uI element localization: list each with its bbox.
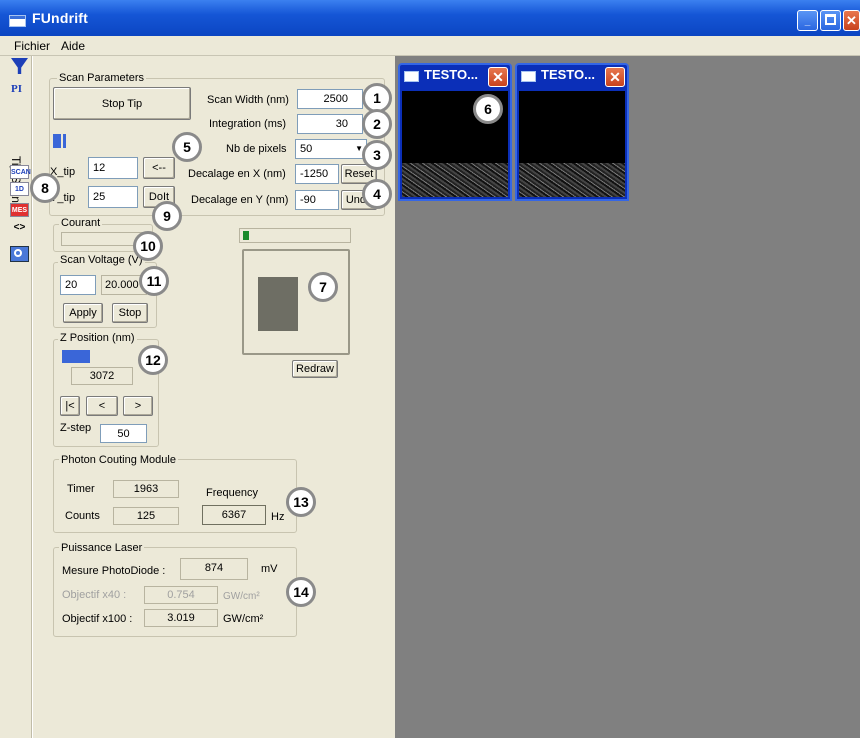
annotation-badge-9: 9 <box>152 201 182 231</box>
z-step-label: Z-step <box>60 422 92 434</box>
maximize-button[interactable] <box>820 10 841 31</box>
objectif-x100-label: Objectif x100 : <box>62 613 133 625</box>
photodiode-value: 874 <box>180 558 248 580</box>
integration-label: Integration (ms) <box>209 118 287 130</box>
z-step-input[interactable]: 50 <box>100 424 147 443</box>
annotation-badge-8: 8 <box>30 173 60 203</box>
annotation-badge-3: 3 <box>362 140 392 170</box>
counts-value: 125 <box>113 507 179 525</box>
annotation-badge-6: 6 <box>473 94 503 124</box>
scan-tool-button[interactable]: SCAN <box>10 165 31 179</box>
title-bar: FUndrift _ ✕ <box>0 0 860 36</box>
z-next-button[interactable]: > <box>123 396 153 416</box>
decalage-x-input[interactable]: -1250 <box>295 164 339 184</box>
stop-voltage-button[interactable]: Stop <box>112 303 148 323</box>
objectif-x40-unit: GW/cm² <box>223 591 260 602</box>
annotation-badge-14: 14 <box>286 577 316 607</box>
z-position-fill <box>62 350 90 363</box>
photodiode-unit: mV <box>261 563 278 575</box>
back-arrow-button[interactable]: <-- <box>143 157 175 179</box>
scan-parameters-label: Scan Parameters <box>57 72 146 84</box>
menu-aide[interactable]: Aide <box>61 39 85 53</box>
control-panel: Scan Parameters Stop Tip Scan Width (nm)… <box>33 56 395 738</box>
z-position-label: Z Position (nm) <box>58 332 137 344</box>
scan-width-label: Scan Width (nm) <box>207 94 289 106</box>
decalage-y-input[interactable]: -90 <box>295 190 339 210</box>
menu-fichier[interactable]: Fichier <box>14 39 50 53</box>
window-title: FUndrift <box>32 10 89 26</box>
scan-progress-fill <box>53 134 67 148</box>
z-prev-button[interactable]: < <box>86 396 118 416</box>
child-window-icon <box>404 71 419 82</box>
funnel-icon[interactable] <box>11 58 28 74</box>
courant-label: Courant <box>59 217 103 229</box>
menu-bar: Fichier Aide <box>0 36 860 56</box>
child-1-close-button[interactable]: ✕ <box>488 67 508 87</box>
z-first-button[interactable]: |< <box>60 396 80 416</box>
apply-button[interactable]: Apply <box>63 303 103 323</box>
child-2-close-button[interactable]: ✕ <box>605 67 625 87</box>
child-window-icon <box>521 71 536 82</box>
frequency-unit: Hz <box>271 511 285 523</box>
objectif-x100-unit: GW/cm² <box>223 613 264 625</box>
objectif-x100-value: 3.019 <box>144 609 218 627</box>
frequency-label: Frequency <box>206 487 258 499</box>
objectif-x40-value: 0.754 <box>144 586 218 604</box>
counts-label: Counts <box>65 510 100 522</box>
frequency-value: 6367 <box>202 505 266 525</box>
annotation-badge-11: 11 <box>139 266 169 296</box>
preview-progress-fill <box>243 231 249 240</box>
child-window-1-title: TESTO... <box>424 67 478 82</box>
close-button[interactable]: ✕ <box>843 10 860 31</box>
child-window-2-title: TESTO... <box>541 67 595 82</box>
1d-tool-button[interactable]: 1D <box>10 182 29 196</box>
zoom-icon[interactable] <box>10 246 29 262</box>
y-tip-input[interactable]: 25 <box>88 186 138 208</box>
child-window-2[interactable]: TESTO... ✕ <box>515 63 629 201</box>
scan-region-square <box>258 277 298 331</box>
annotation-badge-10: 10 <box>133 231 163 261</box>
annotation-badge-5: 5 <box>172 132 202 162</box>
decalage-y-label: Decalage en Y (nm) <box>191 194 289 206</box>
photon-counting-label: Photon Couting Module <box>59 454 178 466</box>
annotation-badge-13: 13 <box>286 487 316 517</box>
annotation-badge-4: 4 <box>362 179 392 209</box>
nb-pixels-select[interactable]: 50 ▼ <box>295 139 367 159</box>
photodiode-label: Mesure PhotoDiode : <box>62 565 166 577</box>
timer-value: 1963 <box>113 480 179 498</box>
scan-voltage-input[interactable]: 20 <box>60 275 96 295</box>
annotation-badge-12: 12 <box>138 345 168 375</box>
redraw-button[interactable]: Redraw <box>292 360 338 378</box>
annotation-badge-2: 2 <box>362 109 392 139</box>
decalage-x-label: Decalage en X (nm) <box>188 168 286 180</box>
mes-tool-button[interactable]: MES <box>10 203 29 217</box>
app-icon <box>9 15 26 27</box>
integration-input[interactable]: 30 <box>297 114 363 134</box>
tool-strip: PI Tip Scan SCAN 1D MES <> <box>0 56 32 738</box>
preview-progress-bar <box>239 228 351 243</box>
annotation-badge-7: 7 <box>308 272 338 302</box>
scan-area-preview[interactable] <box>242 249 350 355</box>
objectif-x40-label: Objectif x40 : <box>62 589 127 601</box>
scan-image-2 <box>519 91 625 197</box>
child-window-1[interactable]: TESTO... ✕ <box>398 63 512 201</box>
scan-width-input[interactable]: 2500 <box>297 89 363 109</box>
minimize-button[interactable]: _ <box>797 10 818 31</box>
laser-power-label: Puissance Laser <box>59 542 145 554</box>
timer-label: Timer <box>67 483 95 495</box>
scan-voltage-label: Scan Voltage (V) <box>58 254 145 266</box>
pi-logo: PI <box>11 83 22 95</box>
stop-tip-button[interactable]: Stop Tip <box>53 87 191 120</box>
z-position-bar <box>62 350 132 363</box>
scan-progress-bar <box>53 134 97 148</box>
nb-pixels-value: 50 <box>300 143 313 155</box>
x-tip-input[interactable]: 12 <box>88 157 138 179</box>
link-icon[interactable]: <> <box>10 222 29 236</box>
z-position-value: 3072 <box>71 367 133 385</box>
nb-pixels-label: Nb de pixels <box>226 143 287 155</box>
